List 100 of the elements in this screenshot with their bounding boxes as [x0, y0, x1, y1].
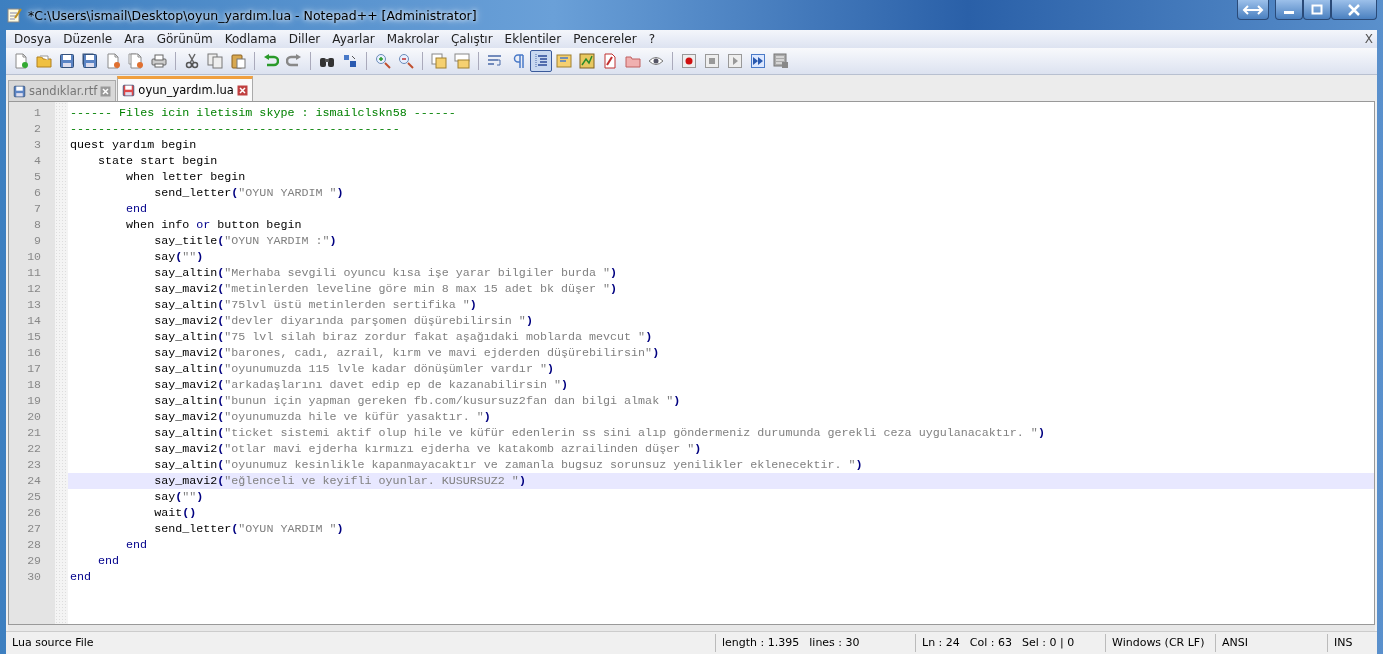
- code-line: end: [98, 553, 120, 569]
- code-line: say_altin("75 lvl silah biraz zordur fakat aşağıdaki moblarda mevcut "): [154, 329, 653, 345]
- close-document-button[interactable]: X: [1364, 32, 1373, 46]
- line-number: 20: [26, 409, 42, 425]
- folder-icon: [36, 53, 52, 69]
- code-line: when info or button begin: [126, 217, 302, 233]
- menu-item[interactable]: Ayarlar: [326, 32, 381, 46]
- line-number: 26: [26, 505, 42, 521]
- code-line: say_mavi2("eğlenceli ve keyifli oyunlar. KUSURSUZ2 "): [154, 473, 526, 489]
- insert-mode: INS: [1327, 634, 1377, 652]
- menu-item[interactable]: Pencereler: [567, 32, 643, 46]
- code-line: ------ Files icin iletisim skype : ismailclskn58 ------: [70, 105, 456, 121]
- tab-label: sandıklar.rtf: [29, 84, 98, 98]
- code-line: say_altin("bunun için yapman gereken fb.com/kusursuz2fan dan bilgi almak "): [154, 393, 681, 409]
- line-number: 6: [33, 185, 42, 201]
- line-number: 27: [26, 521, 42, 537]
- line-number: 15: [26, 329, 42, 345]
- code-line: quest yardım begin: [70, 137, 197, 153]
- code-line: say_mavi2("otlar mavi ejderha kırmızı ejderha ve katakomb azrailinden düşer "): [154, 441, 702, 457]
- encoding: ANSI: [1215, 634, 1327, 652]
- code-line: wait(): [154, 505, 197, 521]
- line-number: 13: [26, 297, 42, 313]
- minimize-button[interactable]: [1275, 0, 1303, 20]
- menu-item[interactable]: Eklentiler: [498, 32, 568, 46]
- menu-item[interactable]: Çalıştır: [445, 32, 499, 46]
- file-tab[interactable]: oyun_yardım.lua: [117, 76, 253, 101]
- document-icon: [602, 53, 618, 69]
- line-number: 30: [26, 569, 42, 585]
- close-icon[interactable]: [236, 84, 248, 96]
- line-number: 7: [33, 201, 42, 217]
- printer-icon: [151, 53, 167, 69]
- tab-label: oyun_yardım.lua: [138, 83, 234, 97]
- indent-guide-icon: [533, 53, 549, 69]
- code-line: say(""): [154, 489, 204, 505]
- line-number: 22: [26, 441, 42, 457]
- unsaved-file-icon: [122, 83, 136, 97]
- line-number: 29: [26, 553, 42, 569]
- menu-item[interactable]: Makrolar: [380, 32, 445, 46]
- notepad-icon: [6, 7, 22, 23]
- close-icon[interactable]: [100, 85, 112, 97]
- menu-item[interactable]: Dosya: [8, 32, 58, 46]
- line-number: 18: [26, 377, 42, 393]
- line-number: 25: [26, 489, 42, 505]
- new-file-icon: [13, 53, 29, 69]
- line-number: 2: [33, 121, 42, 137]
- stop-icon: [704, 53, 720, 69]
- line-readout: Ln : 24: [922, 635, 960, 651]
- selection-readout: Sel : 0 | 0: [1021, 635, 1075, 651]
- sync-horizontal-icon: [454, 53, 470, 69]
- line-number: 28: [26, 537, 42, 553]
- scissors-icon: [184, 53, 200, 69]
- menu-item[interactable]: ?: [642, 32, 661, 46]
- code-line: when letter begin: [126, 169, 246, 185]
- menu-item[interactable]: Görünüm: [150, 32, 219, 46]
- replace-icon: [342, 53, 358, 69]
- line-number: 1: [33, 105, 42, 121]
- code-line: say_altin("oyunumuz kesinlikle kapanmayacaktır ve zamanla bugsuz sorunsuz yenilikler eklenecektir. "): [154, 457, 863, 473]
- line-number: 14: [26, 313, 42, 329]
- line-number: 21: [26, 425, 42, 441]
- resize-button[interactable]: [1237, 0, 1269, 20]
- minimize-icon: [1284, 11, 1294, 14]
- code-line: send_letter("OYUN YARDIM "): [154, 185, 344, 201]
- code-line: -----------------------------------------------: [70, 121, 400, 137]
- code-line: say_mavi2("devler diyarında parşomen düşürebilirsin "): [154, 313, 533, 329]
- menu-item[interactable]: Diller: [282, 32, 327, 46]
- record-icon: [681, 53, 697, 69]
- maximize-icon: [1311, 3, 1323, 16]
- maximize-button[interactable]: [1303, 0, 1331, 20]
- window-title: *C:\Users\ismail\Desktop\oyun_yardım.lua - Notepad++ [Administrator]: [28, 7, 477, 23]
- save-icon: [59, 53, 75, 69]
- saved-file-icon: [13, 84, 26, 98]
- menu-item[interactable]: Kodlama: [218, 32, 283, 46]
- code-line: send_letter("OYUN YARDIM "): [154, 521, 344, 537]
- lines-readout: lines : 30: [809, 635, 860, 651]
- line-number: 23: [26, 457, 42, 473]
- code-line: say_altin("ticket sistemi aktif olup hile ve küfür edenlerin ss sini alıp göndermeniz durumunda gerekli ceza uygulanacaktır. "): [154, 425, 1045, 441]
- code-line: end: [126, 537, 148, 553]
- undo-icon: [263, 53, 279, 69]
- line-number: 9: [33, 233, 42, 249]
- line-number: 8: [33, 217, 42, 233]
- close-button[interactable]: [1331, 0, 1377, 20]
- language-icon: [556, 53, 572, 69]
- zoom-out-icon: [398, 53, 414, 69]
- line-number: 11: [26, 265, 42, 281]
- menu-item[interactable]: Ara: [118, 32, 151, 46]
- map-icon: [579, 53, 595, 69]
- close-file-icon: [105, 53, 121, 69]
- line-number: 12: [26, 281, 42, 297]
- code-line: say_mavi2("metinlerden leveline göre min 8 max 15 adet bk düşer "): [154, 281, 618, 297]
- double-arrow-icon: [1242, 3, 1264, 16]
- line-number: 4: [33, 153, 42, 169]
- line-number: 3: [33, 137, 42, 153]
- zoom-in-icon: [375, 53, 391, 69]
- code-line: say_mavi2("arkadaşlarını davet edip ep de kazanabilirsin "): [154, 377, 568, 393]
- code-line: say(""): [154, 249, 204, 265]
- paste-icon: [230, 53, 246, 69]
- file-type: Lua source File: [11, 635, 95, 651]
- menu-item[interactable]: Düzenle: [57, 32, 119, 46]
- code-line: say_mavi2("oyunumuzda hile ve küfür yasaktır. "): [154, 409, 491, 425]
- column-readout: Col : 63: [969, 635, 1012, 651]
